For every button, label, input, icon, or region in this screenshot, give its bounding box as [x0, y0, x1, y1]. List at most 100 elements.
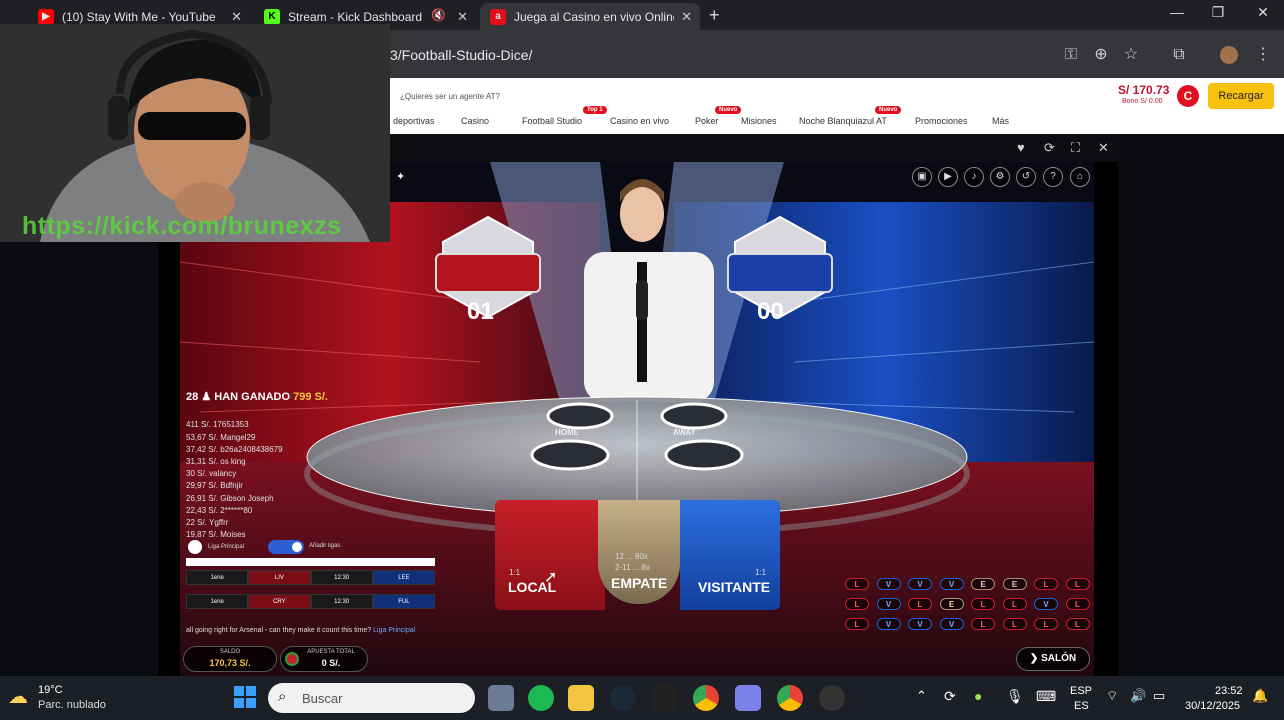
epic-games-icon[interactable] [652, 685, 678, 711]
extensions-icon[interactable]: ⧉ [1168, 44, 1190, 66]
url-field[interactable]: 3/Football-Studio-Dice/ [390, 47, 532, 63]
chevron-up-icon[interactable]: ⌃ [916, 688, 927, 704]
bet-empate-button[interactable]: 12 ... 80x 2-11 ... 8x EMPATE [598, 500, 680, 604]
keyboard-icon[interactable]: ⌨ [1036, 688, 1056, 705]
language-code[interactable]: ESP [1070, 685, 1092, 697]
task-view-icon[interactable] [488, 685, 514, 711]
nav-mas[interactable]: Más [992, 116, 1009, 126]
new-tab-button[interactable]: + [709, 5, 720, 26]
winner-row: 29,97 S/. Bdfnjir [186, 481, 243, 490]
recharge-button[interactable]: Recargar [1208, 83, 1274, 109]
close-window-button[interactable]: ✕ [1248, 4, 1278, 21]
settings-gear-icon[interactable]: ⚙ [990, 167, 1010, 187]
history-result-cell: V [939, 618, 964, 630]
chrome-active-icon[interactable] [777, 685, 803, 711]
apuesta-pill: APUESTA TOTAL 0 S/. [280, 646, 368, 672]
steam-icon[interactable] [610, 685, 636, 711]
history-result-cell: L [1034, 578, 1058, 590]
tray-app-icon[interactable]: ● [974, 688, 982, 704]
clock-date[interactable]: 30/12/2025 [1185, 700, 1240, 712]
nav-casino-en-vivo[interactable]: Casino en vivo [610, 116, 669, 126]
volume-icon[interactable]: ♪ [964, 167, 984, 187]
match-time: 12:30 [310, 594, 373, 609]
streamer-webcam [0, 24, 390, 242]
nav-misiones[interactable]: Misiones [741, 116, 777, 126]
chrome-icon[interactable] [693, 685, 719, 711]
keyboard-layout[interactable]: ES [1074, 700, 1089, 712]
refresh-icon[interactable]: ⟳ [1044, 140, 1055, 156]
history-result-cell: V [876, 598, 901, 610]
microphone-icon[interactable]: 🎙 [1006, 688, 1024, 705]
fullscreen-icon[interactable]: ⛶ [1071, 140, 1080, 156]
chat-icon[interactable]: ▣ [912, 167, 932, 187]
bookmark-star-icon[interactable]: ☆ [1120, 44, 1142, 66]
match-row[interactable]: 1ene CRY 12:30 FUL [186, 594, 435, 609]
nav-football-studio[interactable]: Football Studio [522, 116, 582, 126]
add-league-link[interactable]: Añadir ligas [309, 543, 340, 549]
winner-row: 22 S/. Ygffrr [186, 518, 229, 527]
windows-start-icon[interactable] [233, 685, 257, 709]
badge-nuevo: Nuevo [715, 106, 742, 114]
nav-casino[interactable]: Casino [461, 116, 489, 126]
teams-icon[interactable] [735, 685, 761, 711]
winner-row: 37,42 S/. b26a2408438679 [186, 445, 283, 454]
bet-local-button[interactable]: 1:1 LOCAL [495, 500, 605, 610]
key-icon[interactable]: ⚿ [1060, 44, 1082, 66]
menu-kebab-icon[interactable]: ⋮ [1252, 44, 1274, 66]
weather-desc[interactable]: Parc. nublado [38, 699, 106, 711]
nav-noche-blanquiazul[interactable]: Noche Blanquiazul AT [799, 116, 887, 126]
battery-icon[interactable]: ▭ [1153, 688, 1165, 704]
video-icon[interactable]: ▶ [938, 167, 958, 187]
obs-icon[interactable] [819, 685, 845, 711]
history-result-cell: L [845, 618, 869, 630]
clock-time[interactable]: 23:52 [1215, 685, 1243, 697]
search-icon: ⌕ [278, 688, 287, 705]
taskbar-search[interactable]: ⌕ Buscar [268, 683, 475, 713]
agent-prompt[interactable]: ¿Quieres ser un agente AT? [400, 92, 500, 101]
windows-taskbar [0, 676, 1284, 720]
winner-row: 53,67 S/. Mangel29 [186, 433, 256, 442]
mute-icon[interactable]: 🔇 [431, 8, 446, 22]
tab-casino[interactable]: a Juega al Casino en vivo Online ✕ [480, 3, 700, 30]
minimize-button[interactable]: — [1162, 4, 1192, 20]
user-avatar[interactable]: C [1177, 85, 1199, 107]
close-icon[interactable]: ✕ [1098, 140, 1109, 156]
league-toggle[interactable] [268, 540, 304, 554]
nav-poker[interactable]: Poker [695, 116, 719, 126]
weather-temp[interactable]: 19°C [38, 684, 63, 696]
empate-label: EMPATE [611, 575, 668, 591]
help-icon[interactable]: ? [1043, 167, 1063, 187]
bet-visitante-button[interactable]: 1:1 VISITANTE [680, 500, 780, 610]
nav-deportivas[interactable]: deportivas [393, 116, 435, 126]
file-explorer-icon[interactable] [568, 685, 594, 711]
speaker-icon[interactable]: 🔊 [1130, 688, 1146, 704]
match-home: LIV [248, 570, 311, 585]
nav-promociones[interactable]: Promociones [915, 116, 968, 126]
empate-odds-2: 2-11 ... 8x [615, 563, 650, 572]
match-row[interactable]: 1ene LIV 12:30 LEE [186, 570, 435, 585]
close-icon[interactable]: ✕ [231, 9, 242, 25]
tab-label: Stream - Kick Dashboard [288, 9, 423, 24]
winners-total: 799 S/. [293, 391, 328, 403]
winner-row: 22,43 S/. 2******80 [186, 506, 253, 515]
wifi-icon[interactable]: ⌔ [1106, 688, 1118, 704]
sync-icon[interactable]: ⟳ [944, 688, 956, 705]
close-icon[interactable]: ✕ [457, 9, 468, 25]
pin-icon[interactable]: ✦ [396, 170, 405, 183]
weather-cloud-icon[interactable]: ☁ [8, 684, 28, 709]
history-result-cell: V [908, 618, 932, 630]
winner-row: 31,31 S/. os king [186, 457, 246, 466]
profile-avatar[interactable] [1218, 44, 1240, 66]
close-icon[interactable]: ✕ [681, 9, 692, 25]
lobby-icon[interactable]: ⌂ [1070, 167, 1090, 187]
saldo-label: SALDO [219, 649, 241, 655]
maximize-button[interactable]: ❐ [1203, 4, 1233, 21]
badge-nuevo: Nuevo [875, 106, 902, 114]
heart-icon[interactable]: ♥ [1017, 140, 1025, 155]
lobby-button[interactable]: ❯ SALÓN [1016, 647, 1090, 671]
zoom-icon[interactable]: ⊕ [1090, 44, 1112, 66]
notifications-icon[interactable]: 🔔 [1252, 688, 1268, 704]
user-icon: ♟ [201, 391, 212, 403]
spotify-icon[interactable] [528, 685, 554, 711]
history-icon[interactable]: ↺ [1016, 167, 1036, 187]
